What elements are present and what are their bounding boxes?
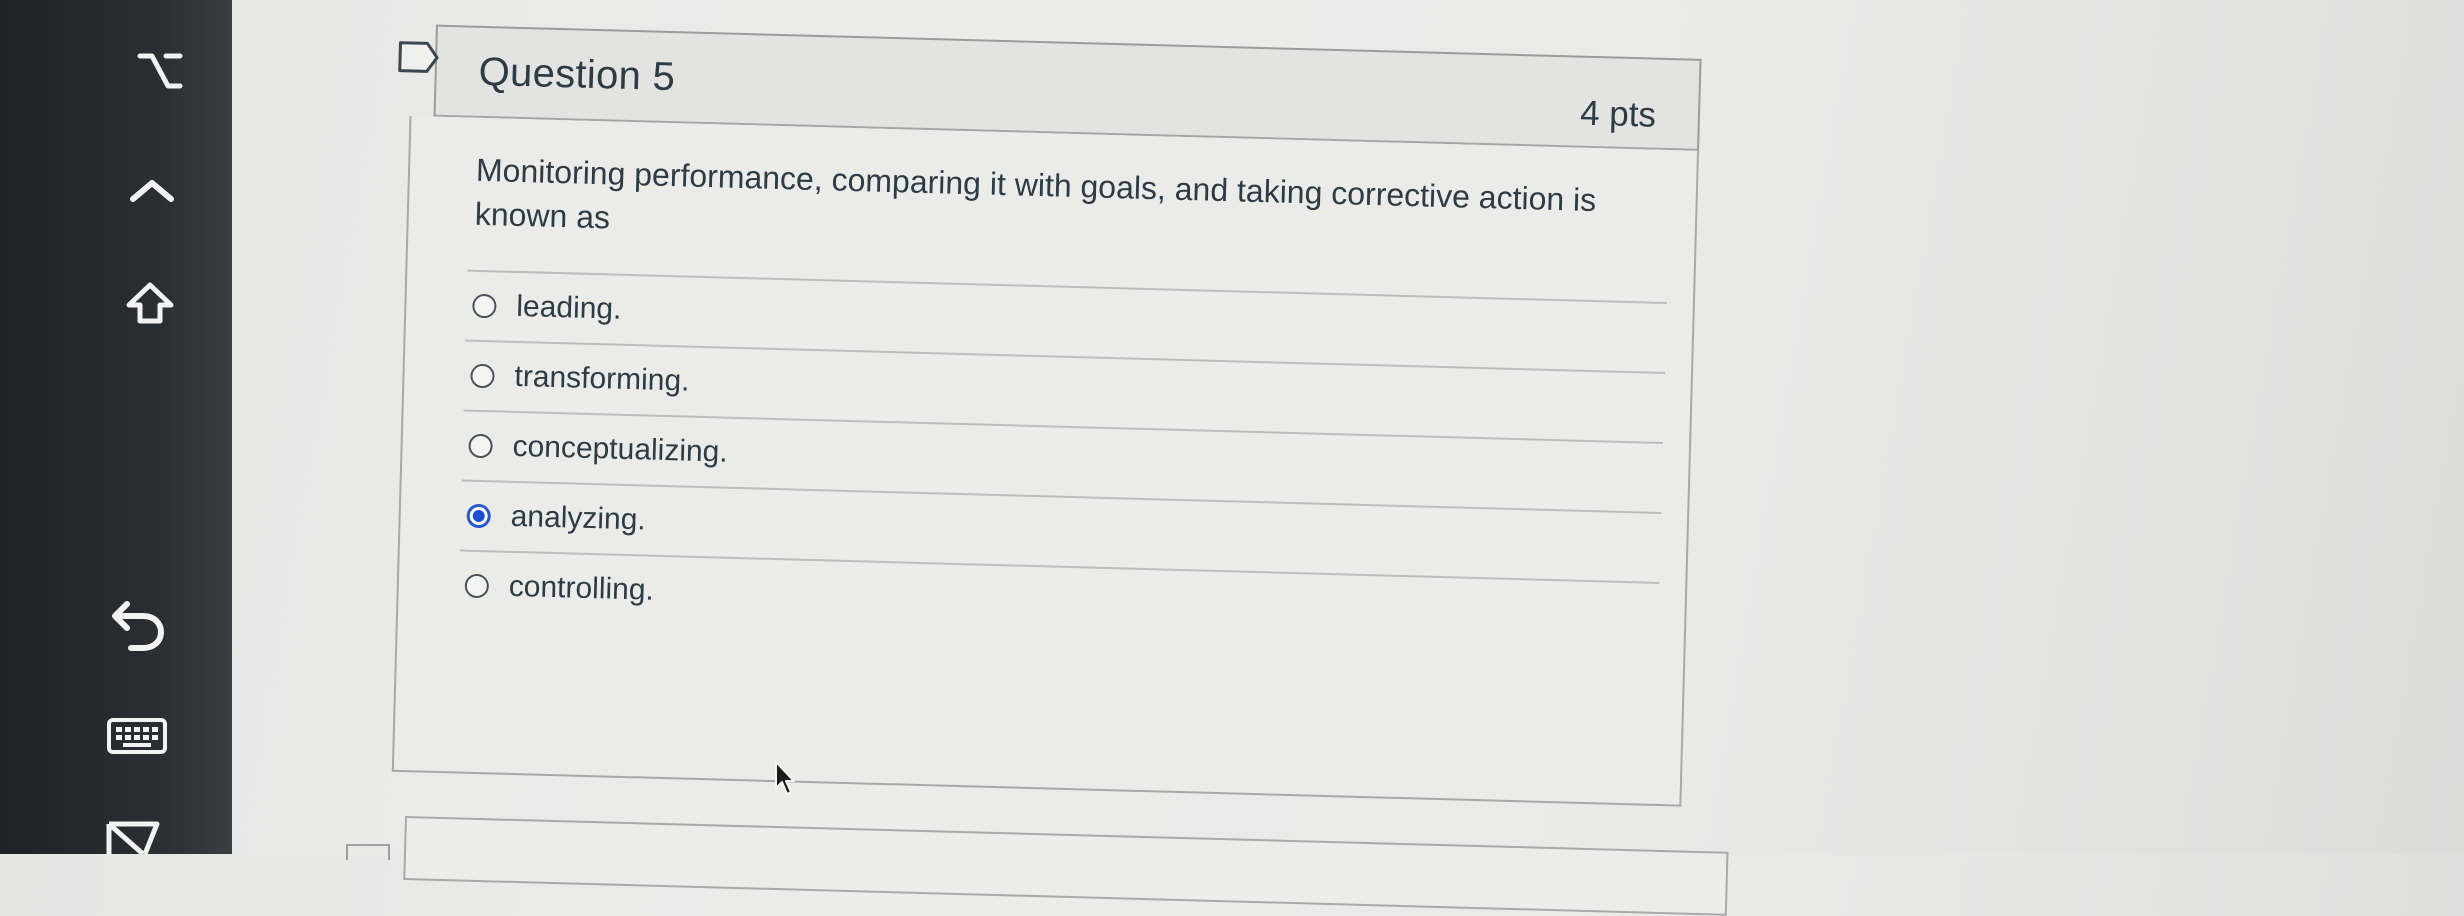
shift-key-button[interactable]: [120, 276, 180, 332]
radio-button[interactable]: [464, 573, 490, 599]
option-key-button[interactable]: [130, 42, 190, 98]
next-question-card: [403, 816, 1729, 916]
hide-toolbar-button[interactable]: [100, 818, 166, 854]
keyboard-icon: [107, 718, 167, 754]
answer-label: conceptualizing.: [512, 429, 729, 469]
answer-label: controlling.: [508, 569, 655, 607]
question-title: Question 5: [478, 49, 676, 100]
radio-button[interactable]: [468, 433, 493, 459]
answer-label: analyzing.: [510, 499, 647, 537]
undo-icon: [112, 601, 164, 651]
question-card: Question 5 4 pts Monitoring performance,…: [391, 24, 1702, 807]
answer-label: transforming.: [514, 359, 690, 398]
control-key-button[interactable]: [122, 170, 182, 210]
undo-button[interactable]: [104, 592, 170, 656]
radio-button[interactable]: [470, 363, 495, 389]
answer-label: leading.: [515, 289, 622, 326]
option-key-icon: [137, 53, 183, 89]
radio-button[interactable]: [472, 293, 497, 319]
radio-button-selected[interactable]: [466, 503, 492, 529]
keyboard-button[interactable]: [102, 714, 172, 758]
question-body: Monitoring performance, comparing it wit…: [391, 115, 1700, 807]
control-key-icon: [130, 180, 174, 202]
shift-key-icon: [126, 282, 174, 324]
mouse-pointer-icon: [775, 761, 795, 795]
hide-toolbar-icon: [106, 821, 160, 854]
question-prompt: Monitoring performance, comparing it wit…: [474, 151, 1597, 236]
flag-question-icon[interactable]: [397, 40, 442, 75]
keyboard-toolbar: [0, 0, 232, 854]
next-question-flag-icon[interactable]: [346, 844, 390, 860]
question-points: 4 pts: [1579, 93, 1657, 135]
